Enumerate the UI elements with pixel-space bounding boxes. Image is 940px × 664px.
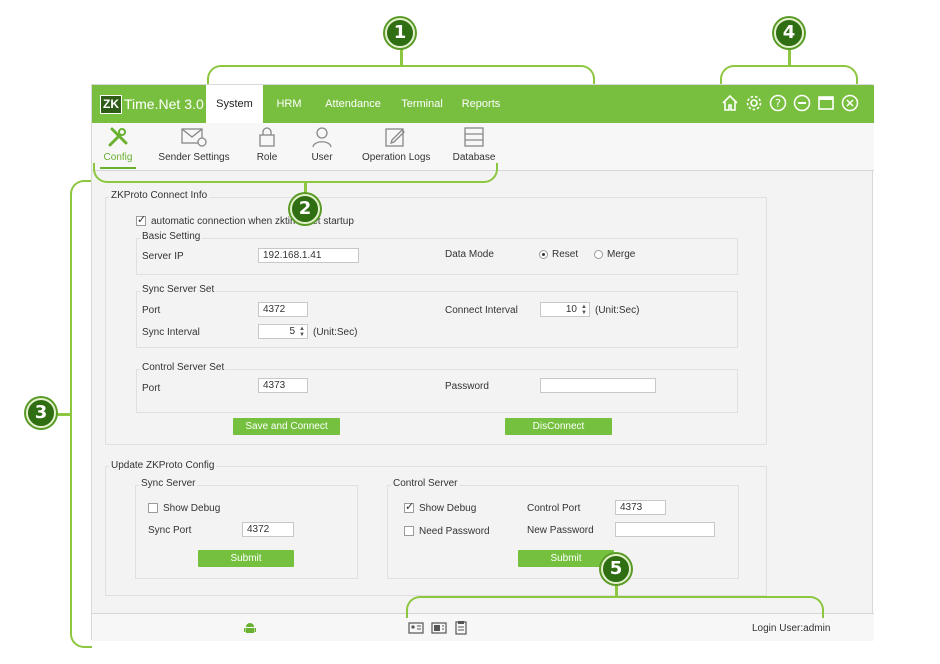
data-mode-label: Data Mode [445,249,494,260]
tool-sender-settings-label: Sender Settings [158,152,230,163]
basic-setting-title: Basic Setting [140,231,203,242]
update-sync-server-title: Sync Server [139,478,198,489]
sync-interval-value: 5 [289,326,295,337]
callout-badge-4: 4 [774,18,804,48]
mode-merge-radio[interactable] [594,250,603,259]
minimize-icon[interactable] [793,94,811,112]
tab-system[interactable]: System [206,85,263,123]
new-password-input[interactable] [615,522,715,537]
logo-text: Time.Net [124,96,181,112]
connect-interval-stepper[interactable]: 10 ▲ ▼ [540,302,590,317]
app-logo: ZK Time.Net 3.0 [100,94,204,114]
edit-log-icon [385,128,405,147]
tool-user-label: User [311,152,333,163]
app-version: 3.0 [184,96,204,112]
sync-interval-stepper[interactable]: 5 ▲ ▼ [258,324,308,339]
tool-operation-logs-label: Operation Logs [362,152,431,163]
password-label: Password [445,381,489,392]
server-ip-label: Server IP [142,251,184,262]
callout-badge-3: 3 [26,398,56,428]
sync-show-debug-checkbox[interactable] [148,503,158,513]
callout-badge-2: 2 [290,194,320,224]
tool-role-label: Role [256,152,278,163]
sync-server-set-group [136,291,738,348]
auto-connect-label: automatic connection when zktime net sta… [151,216,354,227]
control-port-label: Port [142,383,161,394]
svg-text:?: ? [775,97,781,110]
auto-connect-checkbox[interactable] [136,213,146,226]
tab-terminal[interactable]: Terminal [394,85,450,123]
logo-mark: ZK [100,94,122,114]
callout-bracket-2 [93,163,498,183]
mode-merge-label: Merge [607,249,636,260]
connect-interval-value: 10 [565,304,577,315]
tab-reports[interactable]: Reports [455,85,507,123]
connect-info-title: ZKProto Connect Info [109,190,210,201]
gear-icon[interactable] [745,94,763,112]
maximize-icon[interactable] [817,94,835,112]
home-icon[interactable] [721,94,739,112]
mode-reset-label: Reset [552,249,579,260]
password-input[interactable] [540,378,656,393]
tool-database-label: Database [452,152,496,163]
update-control-server-title: Control Server [391,478,460,489]
need-password-checkbox[interactable] [404,526,414,536]
tab-hrm[interactable]: HRM [270,85,308,123]
update-sync-port-label: Sync Port [148,525,192,536]
lock-icon [259,127,275,147]
sync-submit-button[interactable]: Submit [198,550,294,567]
callout-badge-1: 1 [385,18,415,48]
mode-reset-radio[interactable] [539,250,548,259]
callout-stem-1 [400,48,403,66]
tutorial-figure: 1 4 3 ZK Time.Net 3.0 System HRM Attenda… [0,0,940,664]
update-control-port-label: Control Port [527,503,581,514]
mail-settings-icon [181,128,207,147]
update-control-port-input[interactable] [615,500,666,515]
callout-badge-5: 5 [601,554,631,584]
stepper-down-icon[interactable]: ▼ [299,332,305,338]
database-icon [464,127,484,147]
sync-port-input[interactable] [258,302,308,317]
tab-attendance[interactable]: Attendance [318,85,388,123]
sync-show-debug-label: Show Debug [163,503,221,514]
tools-icon [108,127,128,147]
help-icon[interactable]: ? [769,94,787,112]
sync-server-set-title: Sync Server Set [140,284,217,295]
sync-port-label: Port [142,305,161,316]
control-server-set-title: Control Server Set [140,362,227,373]
save-and-connect-button[interactable]: Save and Connect [233,418,340,435]
sync-interval-unit: (Unit:Sec) [313,327,358,338]
control-submit-button[interactable]: Submit [518,550,614,567]
user-icon [312,127,332,148]
new-password-label: New Password [527,525,594,536]
login-user-label: Login User:admin [752,623,831,634]
close-icon[interactable] [841,94,859,112]
callout-bracket-3 [70,180,92,648]
connect-interval-label: Connect Interval [445,305,518,316]
need-password-label: Need Password [419,526,490,537]
control-show-debug-label: Show Debug [419,503,477,514]
sync-interval-label: Sync Interval [142,327,200,338]
basic-setting-group [136,238,738,275]
android-icon[interactable] [243,621,257,635]
control-show-debug-checkbox[interactable] [404,500,414,513]
title-bar: ZK Time.Net 3.0 System HRM Attendance Te… [92,85,874,123]
clipboard-icon[interactable] [454,620,468,635]
callout-stem-4 [788,48,791,66]
update-sync-port-input[interactable] [242,522,294,537]
id-card-icon[interactable] [408,621,424,635]
stepper-down-icon[interactable]: ▼ [581,310,587,316]
connect-interval-unit: (Unit:Sec) [595,305,640,316]
callout-stem-3 [54,413,72,416]
device-icon[interactable] [431,621,447,635]
server-ip-input[interactable] [258,248,359,263]
callout-bracket-5 [406,596,824,618]
update-config-title: Update ZKProto Config [109,460,217,471]
tool-config-label: Config [103,152,133,163]
control-port-input[interactable] [258,378,308,393]
disconnect-button[interactable]: DisConnect [505,418,612,435]
